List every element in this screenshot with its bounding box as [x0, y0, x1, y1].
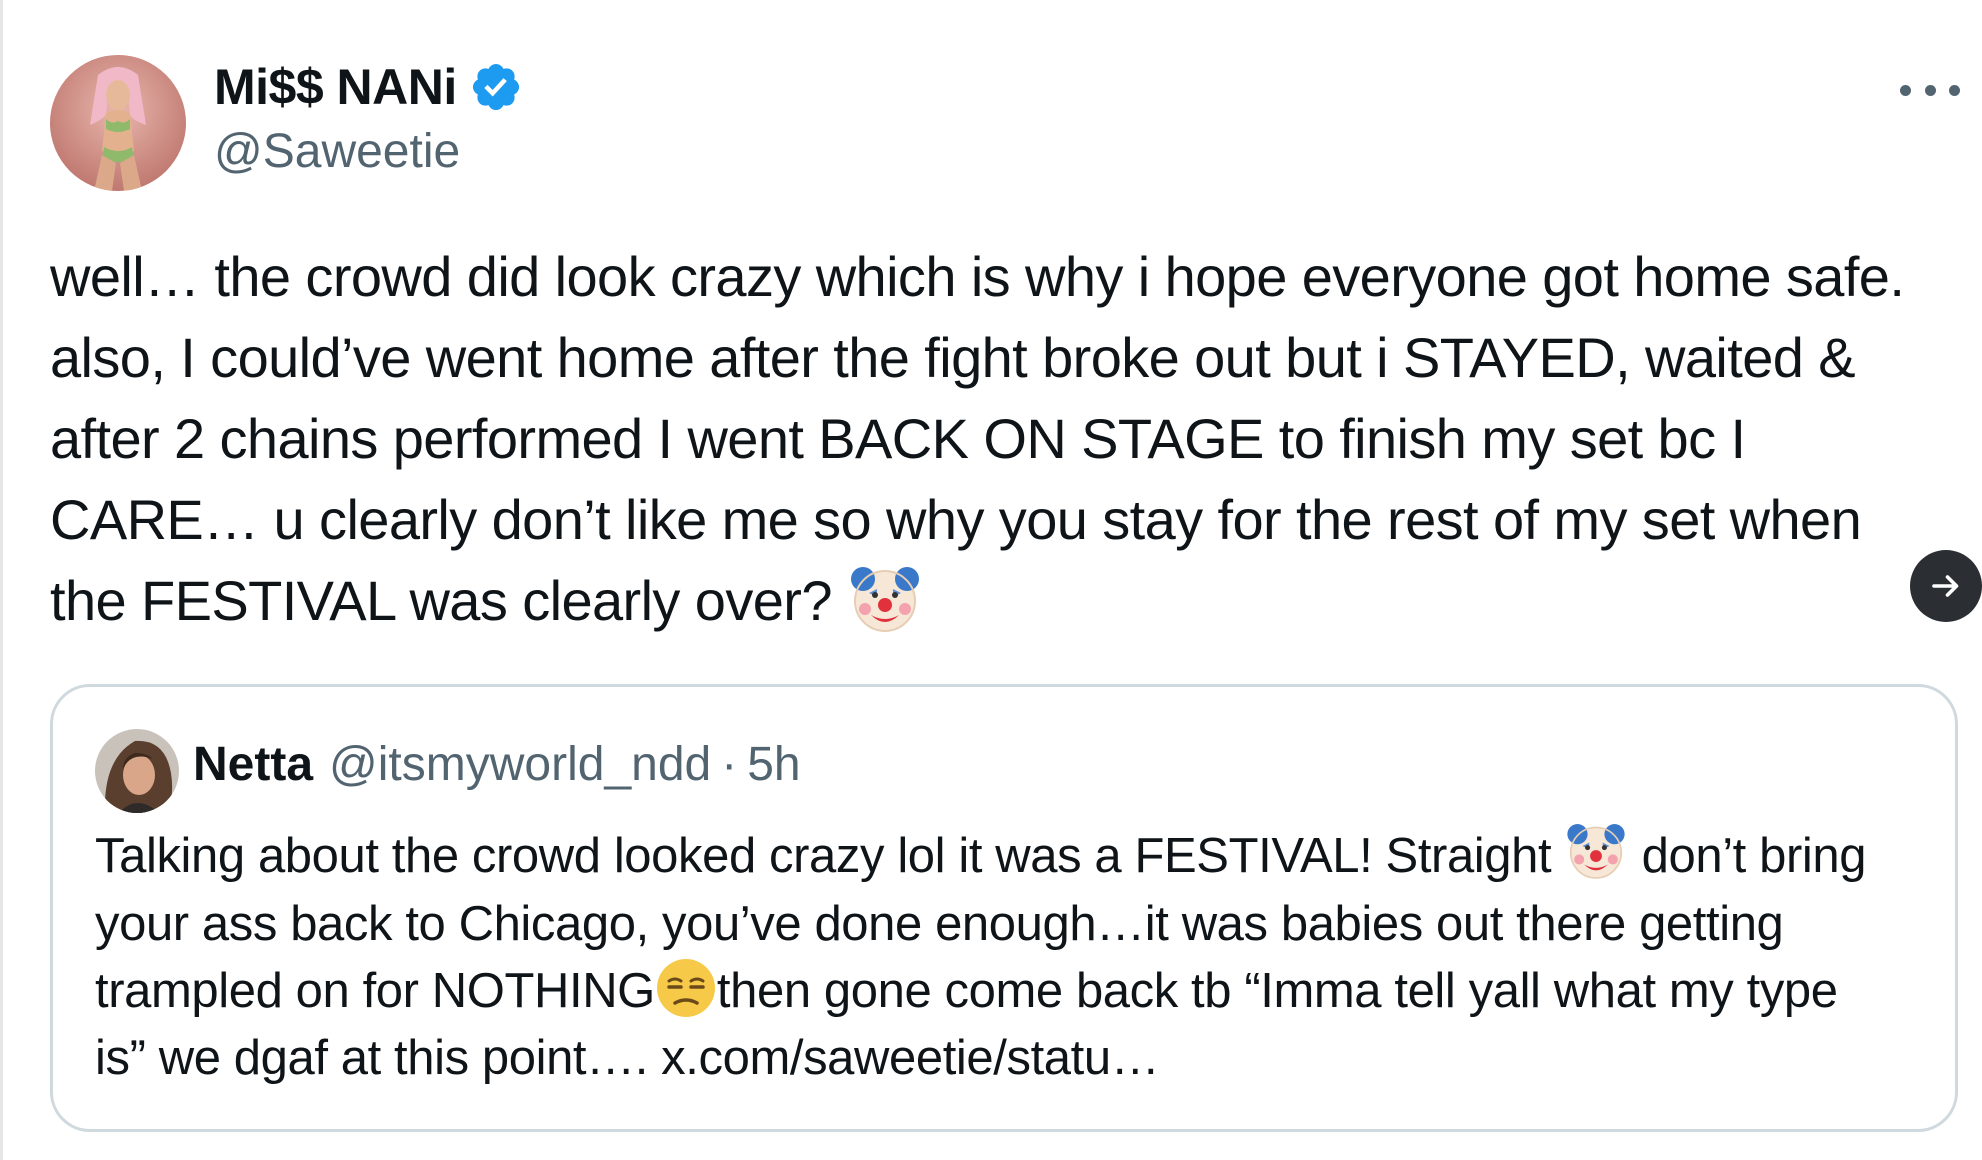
more-options-icon[interactable] [1900, 70, 1960, 110]
tweet-text: well… the crowd did look crazy which is … [50, 236, 1930, 643]
avatar[interactable] [50, 55, 186, 191]
quoted-text-part: Talking about the crowd looked crazy lol… [95, 829, 1565, 883]
author-name-row[interactable]: Mi$$ NANi [214, 56, 523, 118]
tweet: Mi$$ NANi @Saweetie well… the crowd did … [0, 0, 1982, 1160]
arrow-right-icon [1932, 575, 1959, 597]
verified-badge-icon [472, 63, 519, 111]
unamused-face-emoji-icon [655, 957, 717, 1019]
quoted-timestamp[interactable]: 5h [747, 737, 800, 792]
quoted-avatar[interactable] [95, 729, 179, 813]
author-handle[interactable]: @Saweetie [214, 124, 460, 179]
quoted-header: Netta @itsmyworld_ndd · 5h [193, 737, 801, 792]
separator-dot: · [721, 738, 738, 791]
quoted-handle[interactable]: @itsmyworld_ndd [329, 737, 711, 792]
author-display-name[interactable]: Mi$$ NANi [214, 58, 457, 116]
clown-face-emoji-icon [1564, 819, 1628, 883]
quoted-display-name[interactable]: Netta [193, 737, 313, 792]
tweet-text-part: well… the crowd did look crazy which is … [50, 245, 1920, 632]
quoted-tweet-card[interactable]: Netta @itsmyworld_ndd · 5h Talking about… [50, 684, 1958, 1132]
quoted-text: Talking about the crowd looked crazy lol… [95, 823, 1895, 1092]
next-arrow-button[interactable] [1910, 550, 1982, 622]
clown-face-emoji-icon [847, 561, 923, 637]
